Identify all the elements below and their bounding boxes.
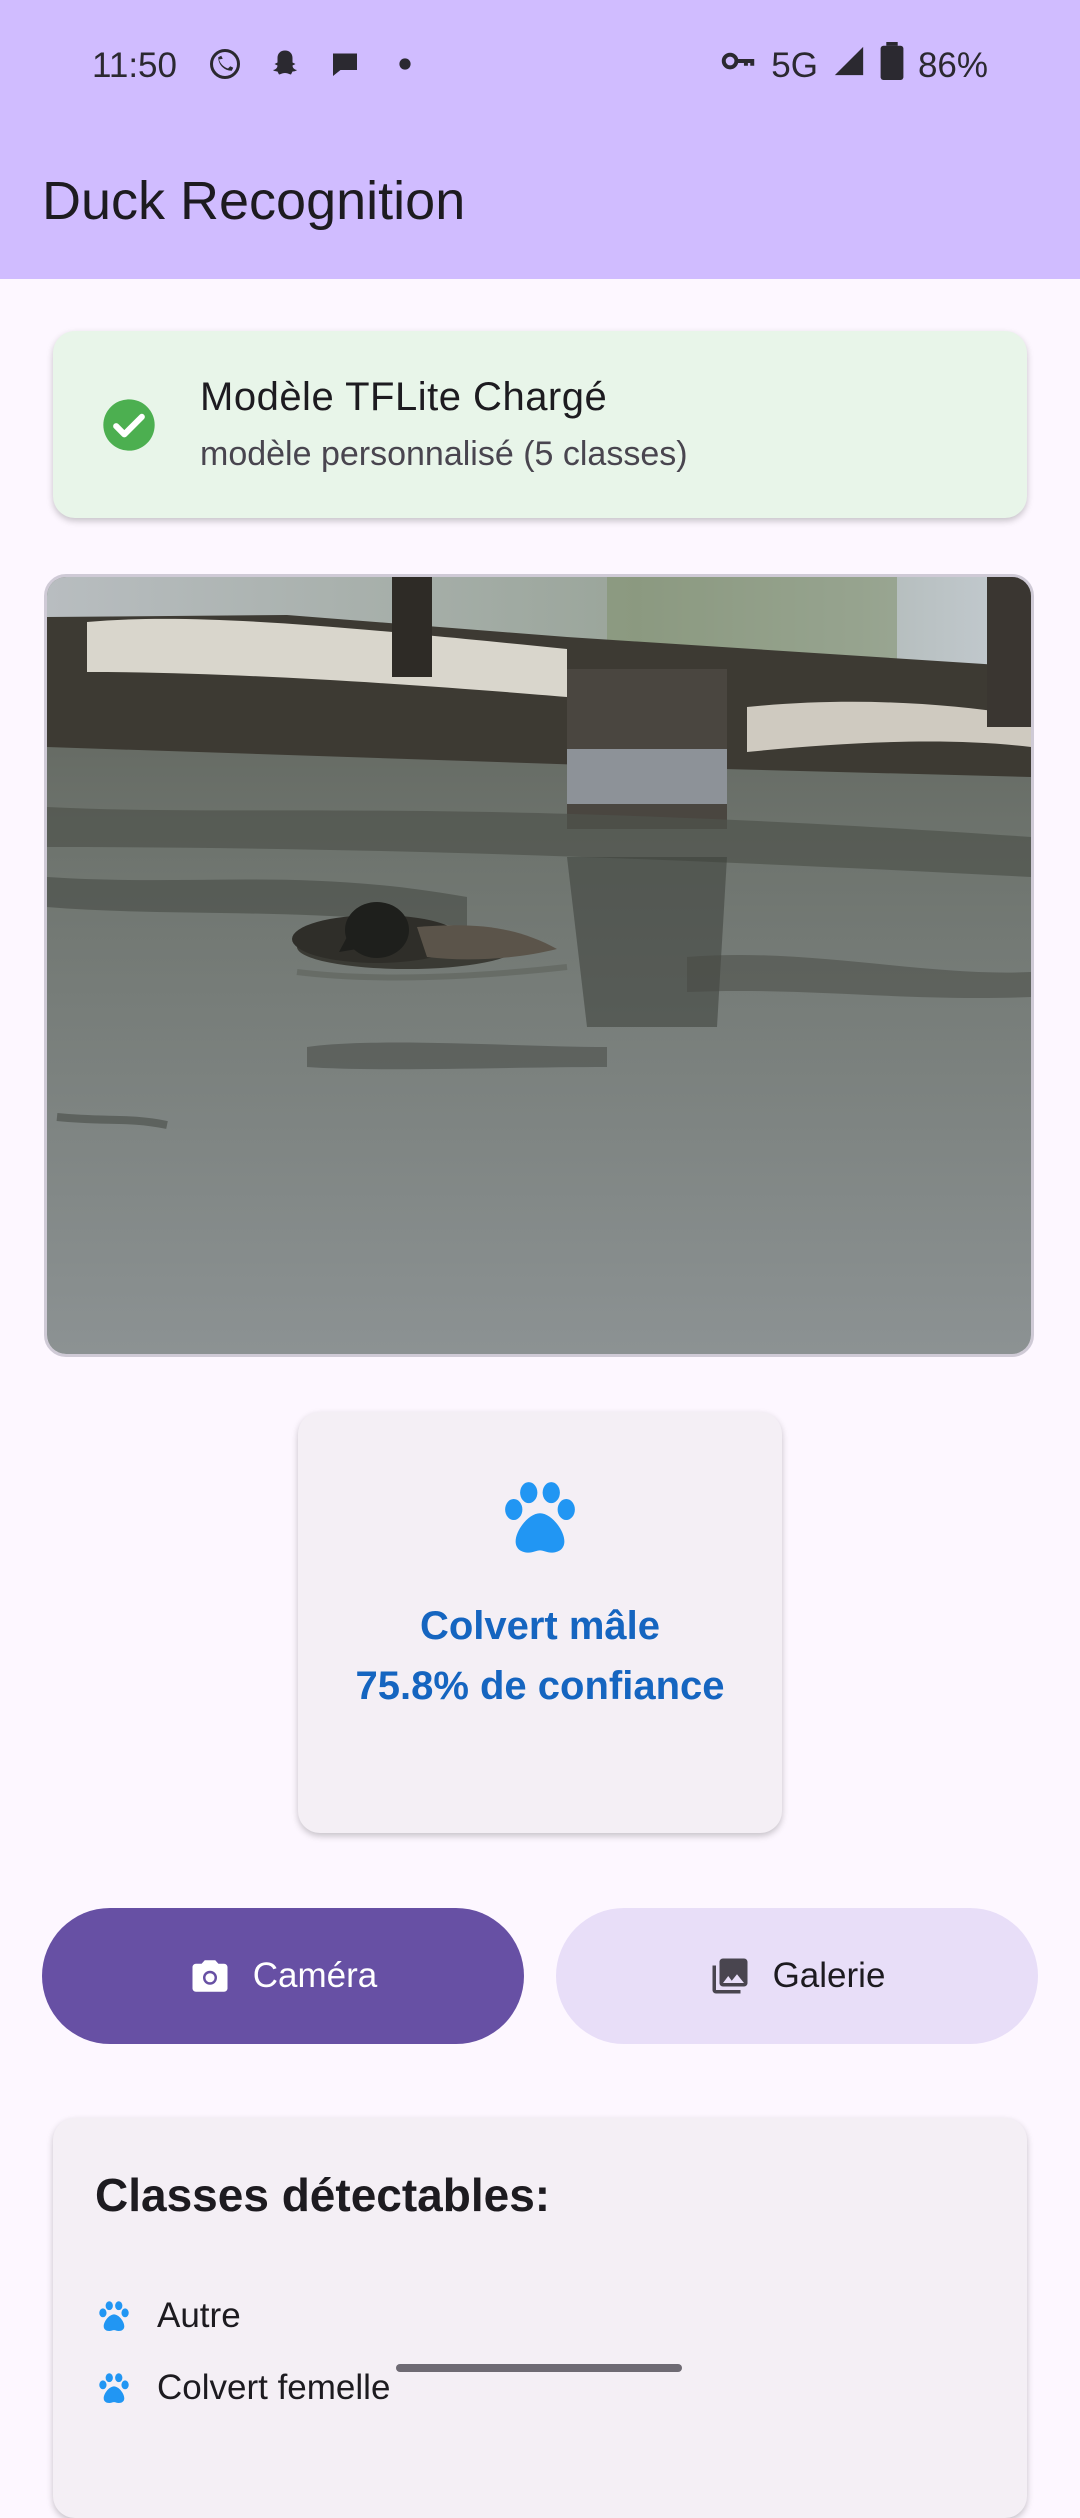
status-time: 11:50 — [92, 46, 177, 85]
signal-icon — [832, 44, 866, 87]
class-label: Autre — [157, 2296, 241, 2335]
class-label: Colvert femelle — [157, 2368, 391, 2407]
check-circle-icon — [103, 399, 155, 451]
result-confidence: 75.8% de confiance — [355, 1664, 725, 1708]
snapchat-icon — [265, 44, 305, 84]
gallery-button[interactable]: Galerie — [556, 1908, 1038, 2044]
classes-card: Classes détectables: Autre Colvert femel… — [53, 2118, 1027, 2518]
model-status-card: Modèle TFLite Chargé modèle personnalisé… — [53, 331, 1027, 518]
duck-photo — [44, 574, 1034, 1357]
whatsapp-icon — [205, 44, 245, 84]
battery-level: 86% — [917, 45, 988, 85]
app-title: Duck Recognition — [42, 171, 466, 231]
status-bar: 11:50 5G 86% — [0, 0, 1080, 135]
gallery-icon — [712, 1958, 748, 1994]
model-status-title: Modèle TFLite Chargé — [200, 375, 608, 419]
home-indicator[interactable] — [396, 2364, 682, 2372]
network-type: 5G — [771, 45, 818, 85]
camera-button[interactable]: Caméra — [42, 1908, 524, 2044]
battery-icon — [880, 42, 904, 89]
gallery-button-label: Galerie — [772, 1956, 886, 1995]
vpn-key-icon — [719, 42, 757, 89]
result-label: Colvert mâle — [419, 1604, 661, 1648]
class-item: Autre — [95, 2296, 241, 2336]
camera-icon — [192, 1960, 228, 1992]
app-bar: 11:50 5G 86% Duck Recognition — [0, 0, 1080, 279]
camera-button-label: Caméra — [252, 1956, 378, 1995]
classes-title: Classes détectables: — [95, 2169, 551, 2221]
status-right: 5G 86% — [719, 42, 988, 89]
more-notifications-dot-icon — [385, 44, 425, 84]
notification-icons — [205, 44, 425, 84]
model-status-subtitle: modèle personnalisé (5 classes) — [200, 435, 688, 473]
paw-icon — [99, 2301, 129, 2332]
result-card: Colvert mâle 75.8% de confiance — [298, 1412, 782, 1833]
paw-icon — [505, 1482, 575, 1553]
class-item: Colvert femelle — [95, 2368, 390, 2408]
chat-bubble-icon — [325, 44, 365, 84]
paw-icon — [99, 2373, 129, 2404]
